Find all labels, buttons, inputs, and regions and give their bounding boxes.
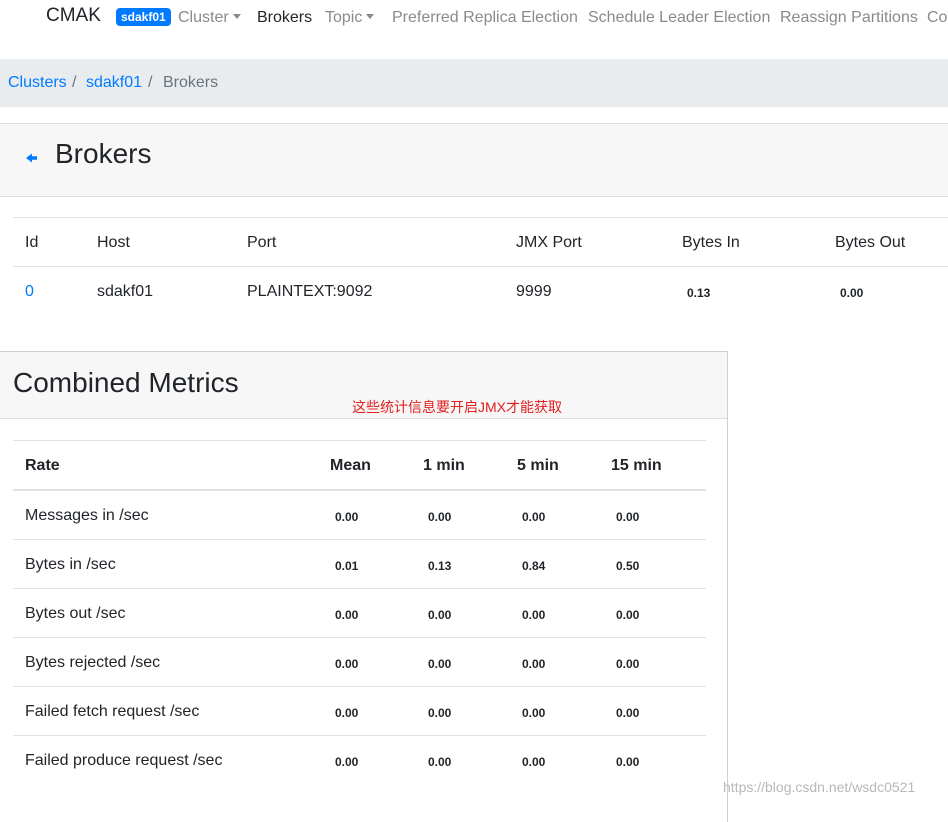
table-divider [13,539,706,540]
metric-1min: 0.00 [428,608,452,622]
table-divider [13,686,706,687]
metric-name: Bytes out /sec [25,605,126,622]
watermark: https://blog.csdn.net/wsdc0521 [723,779,916,795]
metric-15min: 0.50 [616,559,640,573]
column-header-bytes-out: Bytes Out [835,234,906,251]
table-divider [13,266,948,267]
metric-15min: 0.00 [616,706,640,720]
metric-1min: 0.13 [428,559,452,573]
chevron-down-icon [232,14,241,19]
column-header-rate: Rate [25,457,60,474]
metric-15min: 0.00 [616,755,640,769]
breadcrumb: Clusters / sdakf01 / Brokers [0,59,948,107]
broker-bytes-out: 0.00 [840,286,864,300]
nav-preferred-replica-election[interactable]: Preferred Replica Election [392,9,578,27]
column-header-5min: 5 min [517,457,559,474]
page-header: Brokers [0,123,948,197]
table-divider [13,440,706,441]
metric-name: Messages in /sec [25,507,149,524]
nav-item-truncated[interactable]: Co [927,9,947,27]
metric-1min: 0.00 [428,706,452,720]
metric-15min: 0.00 [616,657,640,671]
nav-brokers[interactable]: Brokers [257,9,312,27]
metric-name: Bytes rejected /sec [25,654,161,671]
column-header-mean: Mean [330,457,371,474]
column-header-id: Id [25,234,39,251]
metric-5min: 0.00 [522,608,546,622]
metric-mean: 0.00 [335,657,359,671]
metrics-header: Combined Metrics 这些统计信息要开启JMX才能获取 [0,352,727,419]
jmx-annotation: 这些统计信息要开启JMX才能获取 [352,399,562,415]
broker-bytes-in: 0.13 [687,286,711,300]
metric-5min: 0.00 [522,510,546,524]
column-header-1min: 1 min [423,457,465,474]
broker-id-link[interactable]: 0 [25,283,34,301]
metric-5min: 0.00 [522,755,546,769]
column-header-jmx-port: JMX Port [516,234,582,251]
arrow-left-icon[interactable] [26,152,38,164]
cluster-badge: sdakf01 [116,8,171,26]
metric-name: Failed fetch request /sec [25,703,200,720]
metric-name: Failed produce request /sec [25,752,223,769]
broker-host: sdakf01 [97,283,154,300]
brand-logo[interactable]: CMAK [46,5,101,27]
metric-15min: 0.00 [616,510,640,524]
breadcrumb-separator: / [148,74,153,91]
page-title: Brokers [55,138,152,169]
table-divider [13,489,706,491]
column-header-host: Host [97,234,130,251]
metric-5min: 0.84 [522,559,546,573]
breadcrumb-cluster-link[interactable]: sdakf01 [86,74,142,92]
nav-reassign-partitions[interactable]: Reassign Partitions [780,9,918,27]
metrics-title: Combined Metrics [13,367,239,398]
nav-cluster-dropdown[interactable]: Cluster [178,9,241,27]
column-header-bytes-in: Bytes In [682,234,740,251]
nav-topic-dropdown[interactable]: Topic [325,9,375,27]
breadcrumb-current: Brokers [163,74,219,91]
metric-mean: 0.00 [335,706,359,720]
table-divider [13,217,948,218]
metric-15min: 0.00 [616,608,640,622]
metric-1min: 0.00 [428,510,452,524]
metric-5min: 0.00 [522,706,546,720]
combined-metrics-card: Combined Metrics 这些统计信息要开启JMX才能获取 Rate M… [0,351,728,822]
metric-name: Bytes in /sec [25,556,116,573]
metric-1min: 0.00 [428,657,452,671]
table-divider [13,637,706,638]
broker-jmx-port: 9999 [516,283,552,300]
metric-5min: 0.00 [522,657,546,671]
breadcrumb-separator: / [72,74,77,91]
metric-mean: 0.00 [335,510,359,524]
broker-port: PLAINTEXT:9092 [247,283,373,300]
breadcrumb-clusters-link[interactable]: Clusters [8,74,67,92]
column-header-port: Port [247,234,277,251]
chevron-down-icon [366,14,375,19]
column-header-15min: 15 min [611,457,662,474]
metric-mean: 0.00 [335,608,359,622]
table-divider [13,588,706,589]
table-divider [13,735,706,736]
top-navbar: CMAK sdakf01 Cluster Brokers Topic Prefe… [0,0,948,38]
metric-1min: 0.00 [428,755,452,769]
metric-mean: 0.00 [335,755,359,769]
nav-schedule-leader-election[interactable]: Schedule Leader Election [588,9,770,27]
metric-mean: 0.01 [335,559,359,573]
